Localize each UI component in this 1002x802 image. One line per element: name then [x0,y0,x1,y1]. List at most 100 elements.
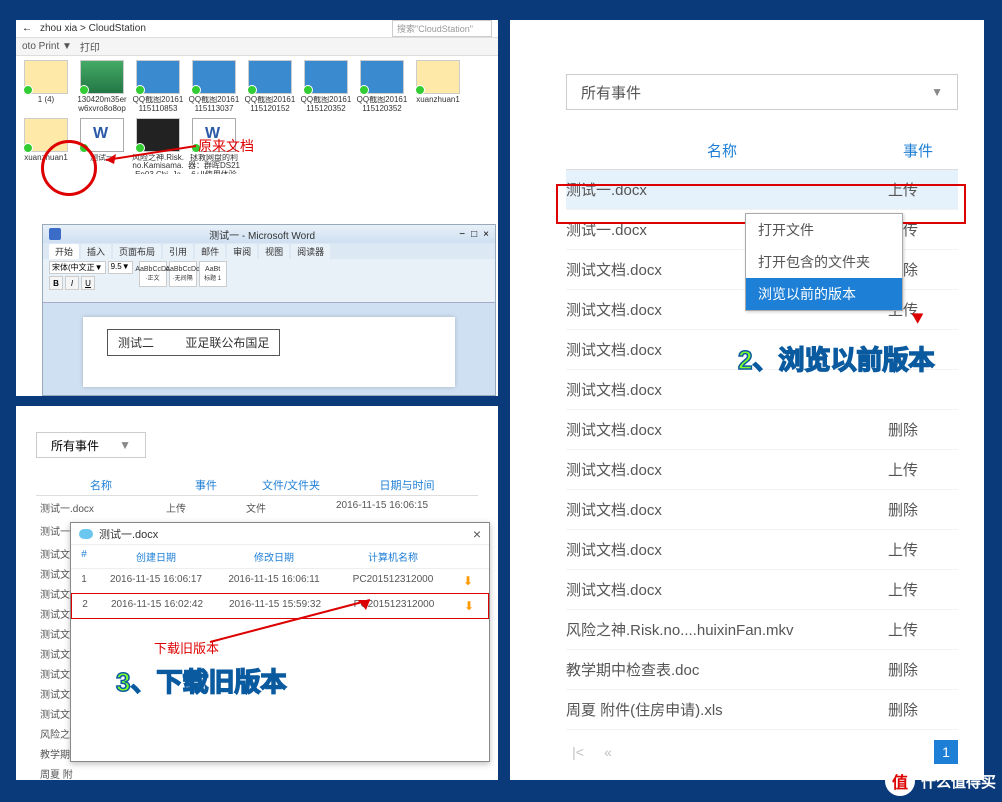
chevron-down-icon: ▼ [119,438,131,452]
event-filter-dropdown[interactable]: 所有事件 ▼ [566,74,958,110]
close-icon[interactable]: × [473,526,481,542]
row-name: 测试文档.docx [566,379,888,400]
header-name: 名称 [36,477,166,493]
download-icon[interactable]: ⬇ [454,599,484,613]
minimize-icon[interactable]: − [459,229,465,240]
ctx-open-file[interactable]: 打开文件 [746,214,902,246]
row-name: 教学期中检查表.doc [566,659,888,680]
ribbon-styles: AaBbCcDd·正文AaBbCcDd·无间隔AaBt标题 1 [139,261,227,300]
photo-print-button[interactable]: oto Print ▼ [22,41,72,52]
event-row[interactable]: 测试文档.docx上传 [566,530,958,570]
row-event: 上传 [888,579,958,600]
explorer-titlebar: ← zhou xia > CloudStation 搜索"CloudStatio… [16,20,498,38]
file-item[interactable]: xuanzhuan1 [20,118,72,174]
file-item[interactable]: QQ截图20161115113037 [188,60,240,114]
underline-button[interactable]: U [81,276,95,290]
file-thumb-icon [80,118,124,152]
sync-badge-icon [191,143,201,153]
versions-dialog: 测试一.docx × # 创建日期 修改日期 计算机名称 12016-11-15… [70,522,490,762]
file-label: xuanzhuan1 [416,96,460,105]
event-row[interactable]: 测试文档.docx删除 [566,410,958,450]
event-row[interactable]: 教学期中检查表.doc删除 [566,650,958,690]
font-size[interactable]: 9.5▼ [108,261,133,274]
file-thumb-icon [416,60,460,94]
word-tab[interactable]: 视图 [259,244,289,259]
word-tab[interactable]: 阅读器 [291,244,330,259]
explorer-search[interactable]: 搜索"CloudStation" [392,20,492,37]
sync-badge-icon [415,85,425,95]
event-row[interactable]: 测试文档.docx上传 [566,450,958,490]
word-content-a: 测试二 [118,336,154,350]
explorer-arrow-icon: ← [22,23,32,34]
font-selector[interactable]: 宋体(中文正▼ [49,261,106,274]
event-row[interactable]: 周夏 附 [36,762,478,782]
page-current[interactable]: 1 [934,740,958,764]
page-prev-icon[interactable]: « [596,740,620,764]
panel-events-right: 所有事件 ▼ 名称 事件 测试一.docx上传测试一.docx上传测试文档.do… [508,18,986,782]
versions-titlebar: 测试一.docx × [71,523,489,545]
event-row[interactable]: 测试文档.docx删除 [566,490,958,530]
file-item[interactable]: QQ截图20161115120152 [244,60,296,114]
ctx-open-folder[interactable]: 打开包含的文件夹 [746,246,902,278]
versions-header: # 创建日期 修改日期 计算机名称 [71,545,489,569]
event-row[interactable]: 测试文档.docx [566,330,958,370]
pagination: |< « 1 [566,740,958,764]
filter-label: 所有事件 [581,82,641,103]
page-first-icon[interactable]: |< [566,740,590,764]
word-tab[interactable]: 引用 [163,244,193,259]
file-item[interactable]: QQ截图20161115120352 [300,60,352,114]
filter-label: 所有事件 [51,437,99,454]
event-row[interactable]: 测试一.docx上传文件2016-11-15 16:06:15 [36,496,478,519]
sync-badge-icon [79,85,89,95]
file-item[interactable]: xuanzhuan1 [412,60,464,114]
file-item[interactable]: QQ截图20161115110853 [132,60,184,114]
vh-idx: # [71,549,97,564]
file-item[interactable]: 1 (4) [20,60,72,114]
row-name: 风险之神.Risk.no....huixinFan.mkv [566,619,888,640]
word-document-page[interactable]: 测试二 亚足联公布国足 [83,317,455,387]
close-icon[interactable]: × [483,229,489,240]
row-name: 周夏 附件(住房申请).xls [566,699,888,720]
version-row[interactable]: 12016-11-15 16:06:172016-11-15 16:06:11P… [71,569,489,593]
file-explorer: ← zhou xia > CloudStation 搜索"CloudStatio… [16,20,498,178]
word-tab[interactable]: 审阅 [227,244,257,259]
file-item[interactable]: 拯救网盘的利器：群晖DS216+II使用体验 [188,118,240,174]
word-ribbon: 宋体(中文正▼ 9.5▼ B I U AaBbCcDd·正文AaBbCcDd·无… [43,259,495,303]
file-item[interactable]: QQ截图20161115120352 [356,60,408,114]
header-folder: 文件/文件夹 [246,477,336,493]
event-row[interactable]: 测试一.docx上传 [566,170,958,210]
bold-button[interactable]: B [49,276,63,290]
sync-badge-icon [79,143,89,153]
sync-badge-icon [23,85,33,95]
file-label: QQ截图20161115120352 [300,96,352,114]
word-tab[interactable]: 插入 [81,244,111,259]
ctx-browse-versions[interactable]: 浏览以前的版本 [746,278,902,310]
print-button[interactable]: 打印 [80,39,100,54]
event-row[interactable]: 测试文档.docx [566,370,958,410]
event-filter-dropdown-small[interactable]: 所有事件 ▼ [36,432,146,458]
chevron-down-icon: ▼ [931,85,943,99]
event-row[interactable]: 测试文档.docx上传 [566,570,958,610]
row-event [888,339,958,360]
file-item[interactable]: 风险之神.Risk.no.Kamisama.Ep03.Chi_Jap.HDTVr… [132,118,184,174]
download-icon[interactable]: ⬇ [453,574,483,588]
explorer-breadcrumb[interactable]: zhou xia > CloudStation [40,23,146,34]
word-tab[interactable]: 邮件 [195,244,225,259]
event-row[interactable]: 周夏 附件(住房申请).xls删除 [566,690,958,730]
word-tab[interactable]: 开始 [49,244,79,259]
panel-versions: 所有事件 ▼ 名称 事件 文件/文件夹 日期与时间 测试一.docx上传文件20… [14,404,500,782]
event-row[interactable]: 风险之神.Risk.no....huixinFan.mkv上传 [566,610,958,650]
file-thumb-icon [248,60,292,94]
ribbon-style[interactable]: AaBt标题 1 [199,261,227,287]
word-ribbon-tabs: 开始插入页面布局引用邮件审阅视图阅读器 [43,243,495,259]
ribbon-style[interactable]: AaBbCcDd·无间隔 [169,261,197,287]
version-row[interactable]: 22016-11-15 16:02:422016-11-15 15:59:32P… [71,593,489,619]
maximize-icon[interactable]: □ [471,229,477,240]
sync-badge-icon [135,143,145,153]
file-label: QQ截图20161115120352 [356,96,408,114]
file-item[interactable]: 130420m35erw6xvro8o8op [76,60,128,114]
ribbon-style[interactable]: AaBbCcDd·正文 [139,261,167,287]
word-tab[interactable]: 页面布局 [113,244,161,259]
file-item[interactable]: 测试一 [76,118,128,174]
italic-button[interactable]: I [65,276,79,290]
